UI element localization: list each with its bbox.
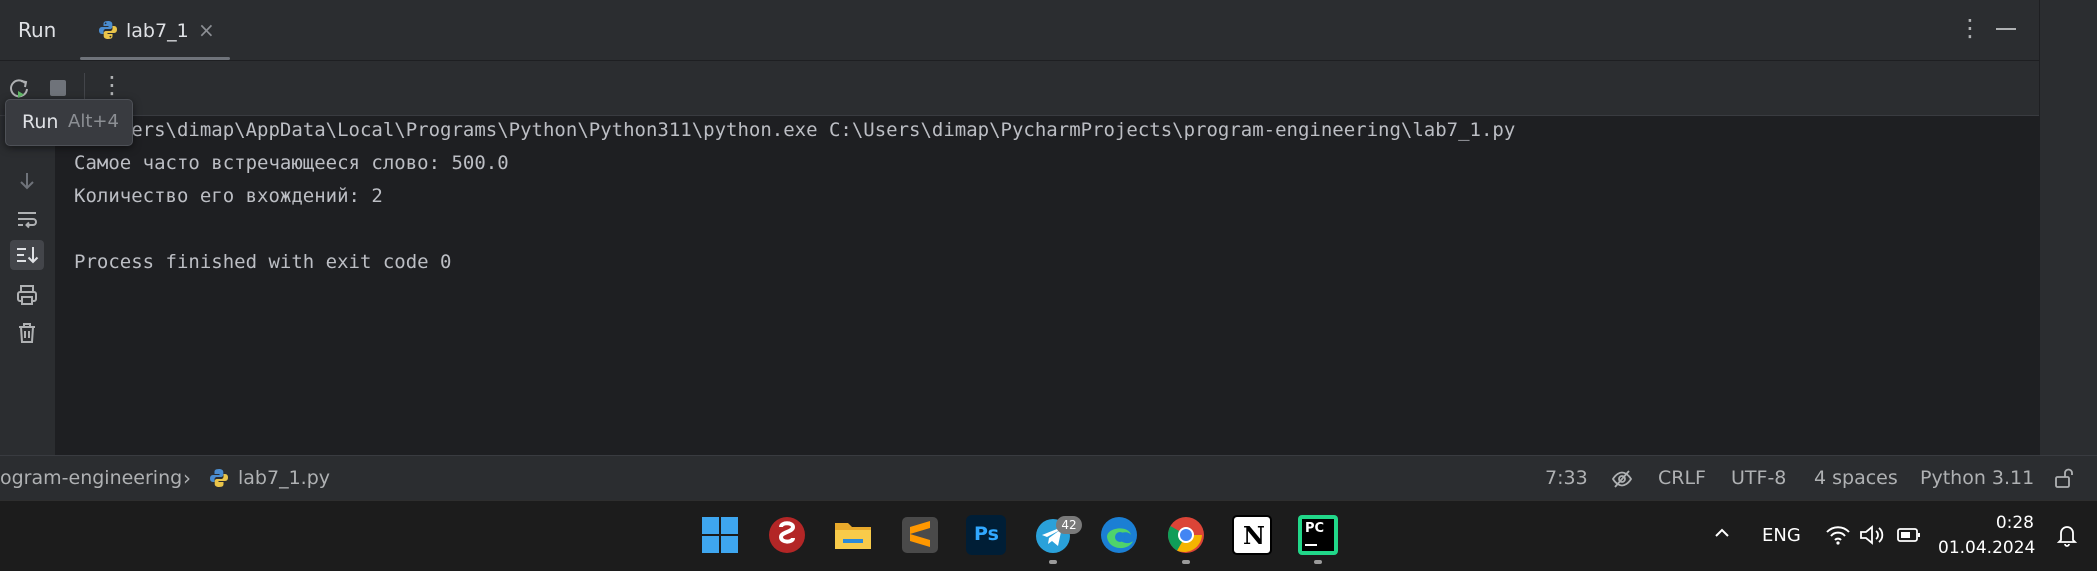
run-tab-lab7_1[interactable]: lab7_1 × [80,0,230,60]
running-indicator [1314,560,1322,564]
volume-icon[interactable] [1858,523,1884,547]
show-hidden-icons-chevron-icon[interactable] [1712,523,1732,543]
more-options-icon[interactable]: ⋮ [1958,14,1982,42]
clock-time[interactable]: 0:28 [1990,513,2034,533]
edge-icon[interactable] [1099,515,1139,555]
toolbar-more-icon[interactable]: ⋮ [100,71,124,99]
windows-start-icon[interactable] [700,515,740,555]
pycharm-label: PC [1305,521,1325,536]
tab-label: lab7_1 [126,20,189,42]
console-line-exit-status: Process finished with exit code 0 [74,251,452,273]
tab-active-indicator [80,57,230,60]
unlock-icon[interactable] [2054,467,2074,489]
console-side-toolbar [0,116,55,455]
telegram-unread-badge: 42 [1056,516,1082,534]
windows-taskbar: Ps 42 N PC ENG 0:28 01.04.2024 [0,500,2097,571]
python-interpreter[interactable]: Python 3.11 [1920,467,2034,489]
line-separator[interactable]: CRLF [1658,467,1706,489]
tool-window-title: Run [18,18,57,42]
pycharm-icon-inner: PC [1302,519,1334,551]
running-indicator [1049,560,1057,564]
inspection-eye-crossed-icon[interactable] [1611,468,1633,490]
wifi-icon[interactable] [1825,523,1851,547]
scroll-down-arrow-icon[interactable] [14,168,40,194]
notion-label: N [1243,521,1265,550]
console-output[interactable]: C:\Users\dimap\AppData\Local\Programs\Py… [55,116,2039,455]
clear-all-trash-icon[interactable] [14,320,40,346]
pycharm-icon[interactable]: PC [1298,515,1338,555]
sublime-icon[interactable] [900,515,940,555]
notifications-bell-icon[interactable] [2056,523,2078,547]
run-tool-window-header: Run lab7_1 × ⋮ [0,0,2039,61]
rerun-icon[interactable] [8,77,30,99]
python-file-icon [210,469,228,487]
breadcrumb-chevron-icon: › [183,466,191,490]
hide-tool-window-icon[interactable] [1996,28,2016,30]
console-line-output: Самое часто встречающееся слово: 500.0 [74,152,509,174]
file-encoding[interactable]: UTF-8 [1731,467,1786,489]
stop-icon[interactable] [50,80,66,96]
running-indicator [1182,560,1190,564]
run-toolbar: ⋮ [0,61,2039,116]
scroll-to-end-icon[interactable] [10,240,44,270]
breadcrumb-project[interactable]: ogram-engineering [0,467,182,489]
status-bar: ogram-engineering › lab7_1.py 7:33 CRLF … [0,455,2097,501]
battery-icon[interactable] [1896,523,1922,547]
python-file-icon [99,21,117,39]
input-language[interactable]: ENG [1762,525,1801,546]
photoshop-label: Ps [974,523,999,545]
notion-icon[interactable]: N [1232,515,1272,555]
pycharm-underline [1305,544,1317,546]
tab-close-icon[interactable]: × [198,18,215,42]
breadcrumb-file[interactable]: lab7_1.py [238,467,330,489]
right-tool-strip [2039,0,2097,455]
chrome-icon[interactable] [1166,515,1206,555]
run-tooltip: Run Alt+4 [5,99,133,146]
console-line-command: C:\Users\dimap\AppData\Local\Programs\Py… [74,119,1516,141]
indent-setting[interactable]: 4 spaces [1814,467,1898,489]
photoshop-icon[interactable]: Ps [966,515,1006,555]
snake-app-icon[interactable] [767,515,807,555]
print-icon[interactable] [14,282,40,308]
tooltip-label: Run [22,111,59,133]
clock-date[interactable]: 01.04.2024 [1938,538,2035,558]
console-line-output: Количество его вхождений: 2 [74,185,383,207]
soft-wrap-icon[interactable] [14,206,40,232]
tooltip-shortcut: Alt+4 [68,111,119,132]
caret-position[interactable]: 7:33 [1545,467,1588,489]
folder-icon[interactable] [833,515,873,555]
